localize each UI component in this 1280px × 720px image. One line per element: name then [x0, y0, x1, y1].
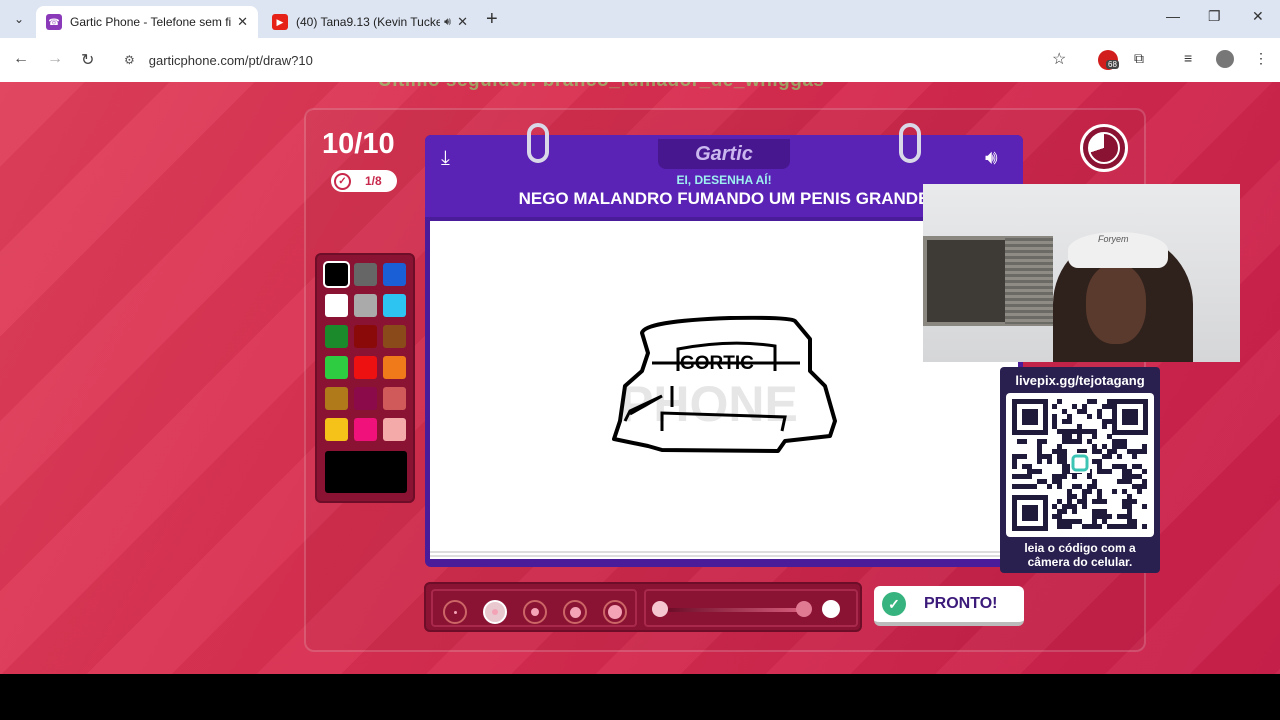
color-swatch[interactable]: [325, 418, 348, 441]
color-swatch[interactable]: [325, 356, 348, 379]
brush-size-group: [431, 589, 637, 627]
minimize-button[interactable]: —: [1166, 8, 1180, 24]
sign-text: GORTIC: [680, 353, 754, 374]
brush-size-2[interactable]: [483, 600, 507, 624]
close-tab-icon[interactable]: ✕: [457, 14, 468, 30]
media-control-icon[interactable]: ≡: [1184, 50, 1192, 66]
check-icon: ✓: [882, 592, 906, 616]
players-done-badge: ✓ 1/8: [331, 170, 397, 192]
color-swatch[interactable]: [383, 418, 406, 441]
timer-icon: [1080, 124, 1128, 172]
qr-code-graphic: [1012, 399, 1148, 531]
bookmark-star-icon[interactable]: ☆: [1052, 49, 1066, 69]
color-swatch[interactable]: [325, 325, 348, 348]
players-done-count: 1/8: [365, 174, 382, 188]
done-label: PRONTO!: [924, 595, 998, 612]
qr-caption-line1: leia o código com a: [1024, 541, 1136, 555]
webcam-overlay: Foryem: [923, 184, 1240, 362]
paper-edge: [430, 551, 1018, 559]
tab-search-button[interactable]: ⌄: [8, 8, 30, 30]
color-swatch[interactable]: [383, 387, 406, 410]
opacity-slider-group: [644, 589, 858, 627]
color-swatch[interactable]: [383, 294, 406, 317]
color-swatch[interactable]: [383, 325, 406, 348]
color-swatch[interactable]: [323, 261, 350, 288]
download-icon[interactable]: ⤓: [441, 147, 450, 170]
qr-url: livepix.gg/tejotagang: [1015, 373, 1145, 388]
extensions-puzzle-icon[interactable]: ⧉: [1134, 50, 1144, 67]
round-counter: 10/10: [322, 128, 395, 160]
opacity-max-dot: [822, 600, 840, 618]
color-swatch[interactable]: [383, 263, 406, 286]
webcam-face: [1086, 264, 1146, 344]
url-text: garticphone.com/pt/draw?10: [148, 52, 313, 68]
profile-avatar[interactable]: [1216, 50, 1234, 68]
new-tab-button[interactable]: +: [486, 8, 498, 31]
reload-button[interactable]: ↻: [81, 50, 94, 70]
binder-ring-right: [899, 123, 921, 163]
color-swatch[interactable]: [354, 418, 377, 441]
browser-chrome: ⌄ ☎ Gartic Phone - Telefone sem fio ✕ ▶ …: [0, 0, 1280, 82]
address-toolbar: ← → ↻ ⚙ garticphone.com/pt/draw?10 ☆ 68 …: [0, 38, 1280, 82]
tab-title: Gartic Phone - Telefone sem fio: [70, 15, 232, 29]
close-tab-icon[interactable]: ✕: [237, 14, 248, 30]
tab-bar: ⌄ ☎ Gartic Phone - Telefone sem fio ✕ ▶ …: [0, 0, 1280, 38]
color-swatch[interactable]: [383, 356, 406, 379]
tab-gartic[interactable]: ☎ Gartic Phone - Telefone sem fio ✕: [36, 6, 258, 38]
opacity-slider-handle[interactable]: [796, 601, 812, 617]
speaker-icon[interactable]: 🔊︎: [444, 16, 451, 29]
opacity-min-dot: [652, 601, 668, 617]
letterbox-bar: [0, 674, 1280, 720]
address-bar[interactable]: ⚙ garticphone.com/pt/draw?10: [112, 44, 1084, 76]
gartic-logo: Gartic: [658, 139, 790, 169]
donation-qr-panel: livepix.gg/tejotagang leia o código com …: [1000, 367, 1160, 573]
game-page: Último seguidor: branco_fumador_de_whigg…: [0, 82, 1280, 674]
brush-toolbar: [424, 582, 862, 632]
restore-button[interactable]: ❐: [1208, 8, 1221, 25]
color-swatch[interactable]: [354, 294, 377, 317]
color-swatch[interactable]: [354, 356, 377, 379]
opacity-track[interactable]: [668, 608, 808, 612]
webcam-cap-brand: Foryem: [1098, 234, 1129, 244]
current-color: [325, 451, 407, 493]
color-palette: [315, 253, 415, 503]
site-settings-icon[interactable]: ⚙: [124, 53, 135, 67]
forward-button[interactable]: →: [47, 50, 63, 68]
qr-code: [1006, 393, 1154, 537]
webcam-shutter: [1005, 238, 1053, 324]
stream-overlay-follower: Último seguidor: branco_fumador_de_whigg…: [378, 82, 824, 92]
extension-badge-count: 68: [1106, 60, 1119, 69]
brush-size-3[interactable]: [523, 600, 547, 624]
close-window-button[interactable]: ✕: [1252, 8, 1264, 25]
done-button[interactable]: ✓ PRONTO!: [874, 586, 1024, 626]
extension-icon[interactable]: 68: [1098, 50, 1119, 70]
volume-icon[interactable]: 🔊︎: [985, 147, 998, 170]
qr-caption-line2: câmera do celular.: [1027, 555, 1133, 569]
color-swatch[interactable]: [325, 294, 348, 317]
menu-dots-icon[interactable]: ⋮: [1254, 50, 1268, 67]
youtube-favicon-icon: ▶: [272, 14, 288, 30]
color-swatch[interactable]: [354, 325, 377, 348]
check-icon: ✓: [334, 172, 351, 190]
color-swatch[interactable]: [354, 263, 377, 286]
back-button[interactable]: ←: [13, 50, 29, 68]
color-swatch[interactable]: [354, 387, 377, 410]
tab-title: (40) Tana9.13 (Kevin Tucker: [296, 15, 441, 29]
brush-size-5[interactable]: [603, 600, 627, 624]
tab-youtube[interactable]: ▶ (40) Tana9.13 (Kevin Tucker 🔊︎ ✕: [262, 6, 478, 38]
binder-ring-left: [527, 123, 549, 163]
brush-size-1[interactable]: [443, 600, 467, 624]
gartic-favicon-icon: ☎: [46, 14, 62, 30]
brush-size-4[interactable]: [563, 600, 587, 624]
color-swatch[interactable]: [325, 387, 348, 410]
